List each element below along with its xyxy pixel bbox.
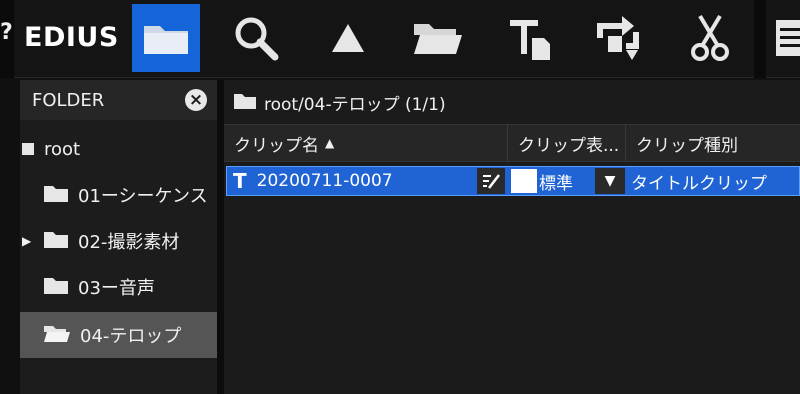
chevron-down-icon: ▼ <box>604 173 616 189</box>
pencil-edit-icon <box>483 174 500 189</box>
folder-tree-label: 01ーシーケンス <box>78 186 208 207</box>
sort-ascending-icon: ▲ <box>325 136 335 150</box>
properties-icon <box>776 20 800 56</box>
clip-name: 20200711-0007 <box>256 171 393 191</box>
bin-panel: root/04-テロップ (1/1) クリップ名 ▲ クリップ表... クリップ… <box>224 80 800 394</box>
folder-tree-label: 03ー音声 <box>78 278 155 299</box>
root-square-icon <box>22 139 34 160</box>
left-edge-glyph: ? <box>0 20 13 45</box>
column-header-clip-type[interactable]: クリップ種別 <box>626 125 800 161</box>
toolbar-divider <box>754 0 766 78</box>
toolbar: ? EDIUS <box>0 0 800 78</box>
title-clip-icon: T <box>233 169 247 193</box>
cut-button[interactable] <box>676 4 744 72</box>
column-header-label: クリップ種別 <box>636 135 738 156</box>
add-title-button[interactable] <box>496 4 564 72</box>
folder-panel: FOLDER × root 01ーシーケンス ▶ 02-撮影素材 03ー音声 0… <box>20 80 217 394</box>
replace-button[interactable] <box>584 4 652 72</box>
search-button[interactable] <box>222 4 290 72</box>
column-header-label: クリップ名 <box>234 135 319 156</box>
folder-tree-item-02[interactable]: ▶ 02-撮影素材 <box>20 218 217 264</box>
bin-path-text: root/04-テロップ (1/1) <box>264 94 446 115</box>
clip-type-value: タイトルクリップ <box>631 173 767 194</box>
panel-splitter[interactable] <box>217 80 224 394</box>
folder-tree-label: 04-テロップ <box>80 326 182 347</box>
folder-tree-item-01[interactable]: 01ーシーケンス <box>20 172 217 218</box>
left-edge-strip: ? <box>0 0 14 78</box>
clip-row[interactable]: T 20200711-0007 標準 ▼ タイトルクリップ <box>226 166 800 196</box>
folder-panel-header: FOLDER × <box>20 80 217 120</box>
properties-button[interactable] <box>768 4 800 72</box>
edit-clip-button[interactable] <box>477 168 505 194</box>
up-folder-button[interactable] <box>314 4 382 72</box>
clip-color-swatch <box>511 169 537 193</box>
clip-list-header: クリップ名 ▲ クリップ表... クリップ種別 <box>224 124 800 162</box>
folder-icon <box>234 92 256 113</box>
folder-icon <box>44 184 68 207</box>
column-header-label: クリップ表... <box>518 135 620 156</box>
folder-tree-label: 02-撮影素材 <box>78 232 180 253</box>
folder-view-button[interactable] <box>132 4 200 72</box>
folder-tree-item-root[interactable]: root <box>20 126 217 172</box>
display-dropdown-button[interactable]: ▼ <box>595 168 625 194</box>
folder-icon <box>44 230 68 253</box>
title-add-icon <box>510 20 550 60</box>
app-brand-logo: EDIUS <box>24 22 119 53</box>
folder-icon <box>144 26 188 54</box>
replace-icon <box>597 16 639 60</box>
clip-display-value: 標準 <box>539 173 573 194</box>
open-folder-icon <box>414 24 462 54</box>
folder-icon <box>44 276 68 299</box>
column-header-clip-name[interactable]: クリップ名 ▲ <box>224 125 508 161</box>
scissors-icon <box>691 14 729 61</box>
clip-name-cell: T 20200711-0007 <box>227 167 475 195</box>
expand-arrow-icon[interactable]: ▶ <box>22 234 31 248</box>
open-folder-icon <box>44 324 70 347</box>
folder-panel-title: FOLDER <box>32 89 105 111</box>
folder-tree-label: root <box>44 138 81 160</box>
magnifier-icon <box>235 17 279 61</box>
folder-tree-item-03[interactable]: 03ー音声 <box>20 264 217 310</box>
triangle-up-icon <box>332 24 364 52</box>
open-folder-button[interactable] <box>404 4 472 72</box>
bin-path-bar: root/04-テロップ (1/1) <box>224 80 800 124</box>
folder-tree-item-04[interactable]: 04-テロップ <box>20 312 217 358</box>
close-icon[interactable]: × <box>185 89 207 111</box>
column-header-clip-display[interactable]: クリップ表... <box>508 125 626 161</box>
